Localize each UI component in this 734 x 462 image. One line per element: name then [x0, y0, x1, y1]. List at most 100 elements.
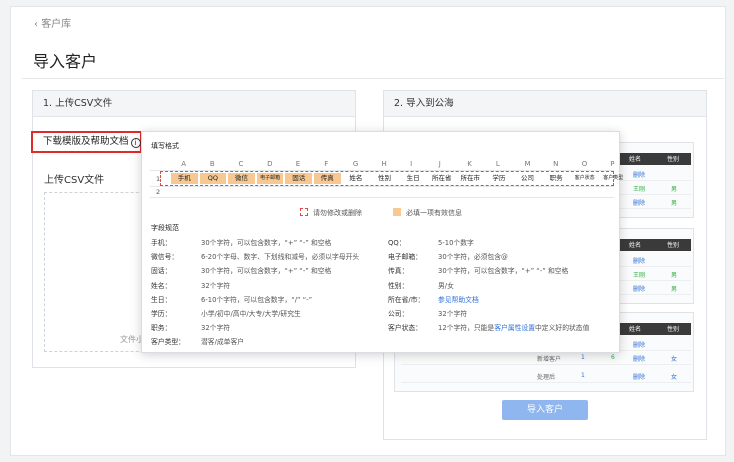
column-letter: D	[267, 160, 273, 168]
column-letter: G	[352, 160, 359, 168]
required-row-outline	[160, 171, 614, 186]
preview-table-head: 姓名 性别	[617, 239, 691, 251]
column-letter: E	[295, 160, 301, 168]
column-letter: K	[467, 160, 472, 168]
row-count-b: 6	[611, 354, 615, 361]
rule-key: 生日：	[151, 295, 172, 304]
column-letter: F	[324, 160, 329, 168]
rule-key: 公司：	[388, 310, 409, 318]
row-name: 王刚	[633, 272, 646, 279]
row-gender: 男	[671, 186, 678, 193]
page-title: 导入客户	[33, 52, 98, 71]
row-action[interactable]: 删除	[633, 198, 645, 207]
row-gender: 男	[671, 286, 678, 293]
column-letter: H	[381, 160, 387, 168]
breadcrumb-back[interactable]: ‹ 客户库	[34, 15, 71, 30]
preview-table-head: 姓名 性别	[617, 153, 691, 165]
row-name: 王刚	[633, 186, 646, 193]
rule-key: 微信号：	[151, 253, 179, 262]
rule-value: 6-10个字符，可以包含数字，“/” “-”	[201, 295, 313, 304]
rule-value: 30个字符，必须包含@	[438, 253, 508, 262]
column-letter: I	[410, 160, 413, 168]
rule-left-2: 固话： 30个字符，可以包含数字，“+” “-” 和空格	[151, 265, 331, 275]
head-name: 姓名	[629, 156, 642, 163]
rule-value: 中定义好的状态值	[535, 324, 590, 333]
row-gender: 男	[671, 272, 678, 279]
format-grid: 1 2 A B C D E F G H I J K L M N O P 手机 QQ 微信 电子邮箱 固话 传真 姓名 性别 生日 所在…	[150, 156, 623, 198]
csv-dropzone[interactable]	[44, 192, 154, 352]
rule-value: 32个字符	[201, 324, 231, 333]
rule-right-1: 电子邮箱： 30个字符，必须包含@	[388, 251, 508, 261]
rule-right-4: 所在省/市： 参见帮助文档	[388, 294, 479, 304]
preview-table-head: 姓名 性别	[617, 323, 691, 335]
row-action[interactable]: 删除	[633, 354, 645, 363]
help-popover: 填写格式 1 2 A B C D E F G H I J K L M N O P 手机 QQ 微信 电子邮箱 固话 传真 姓名性…	[141, 131, 623, 353]
rule-value: 6-20个字母、数字、下划线和减号，必须以字母开头	[201, 253, 360, 262]
legend-red-label: 请勿修改或删除	[313, 209, 362, 217]
download-template-label[interactable]: 下载模版及帮助文档	[43, 136, 129, 147]
rule-left-3: 姓名： 32个字符	[151, 280, 230, 290]
column-letter: A	[181, 160, 187, 168]
rule-value: 30个字符，可以包含数字，“+” “-” 和空格	[201, 239, 332, 247]
column-letter: N	[553, 160, 559, 168]
help-doc-link[interactable]: 参见帮助文档	[438, 296, 479, 304]
legend-orange-swatch	[393, 208, 401, 216]
rule-value: 32个字符	[438, 310, 468, 318]
download-template-link[interactable]: 下载模版及帮助文档 i	[31, 131, 142, 153]
row-action[interactable]: 删除	[633, 170, 645, 179]
row-action[interactable]: 删除	[633, 340, 645, 349]
legend-red-swatch	[300, 208, 308, 216]
row-gender: 男	[671, 200, 678, 207]
rules-title: 字段规范	[151, 224, 179, 232]
rule-right-3: 性别： 男/女	[388, 280, 454, 290]
table-row: 新增客户 1 6 删除 女	[401, 351, 691, 365]
rule-key: 固话：	[151, 267, 172, 276]
head-name: 姓名	[629, 326, 642, 333]
info-icon[interactable]: i	[130, 138, 141, 148]
format-title: 填写格式	[151, 142, 179, 150]
rule-value: 潜客/成单客户	[201, 338, 245, 347]
rule-left-5: 学历： 小学/初中/高中/大专/大学/研究生	[151, 308, 301, 318]
customer-attribute-link[interactable]: 客户属性设置	[494, 324, 535, 332]
row-action[interactable]: 删除	[633, 284, 645, 293]
head-gender: 性别	[667, 326, 680, 333]
row-label: 新增客户	[537, 356, 562, 363]
import-panel-title: 2. 导入到公海	[384, 91, 706, 117]
rule-value: 30个字符，可以包含数字，“+” “-” 和空格	[438, 267, 569, 276]
legend-orange-label: 必填一项有效信息	[406, 209, 462, 217]
rule-right-5: 公司： 32个字符	[388, 308, 467, 318]
rule-key: 所在省/市：	[388, 295, 425, 304]
column-letter: O	[581, 160, 588, 168]
rule-value: 5-10个数字	[438, 239, 474, 247]
row-count-a: 1	[581, 354, 585, 361]
title-divider	[22, 78, 724, 79]
grid-line	[150, 197, 614, 198]
rule-left-7: 客户类型： 潜客/成单客户	[151, 336, 244, 346]
table-row: 处理后 1 删除 女	[401, 369, 691, 383]
rule-key: 学历：	[151, 310, 172, 318]
head-gender: 性别	[667, 156, 680, 163]
column-letter: P	[610, 160, 615, 168]
rule-left-4: 生日： 6-10个字符，可以包含数字，“/” “-”	[151, 294, 312, 304]
breadcrumb-label[interactable]: 客户库	[41, 19, 71, 30]
rule-right-0: QQ： 5-10个数字	[388, 237, 474, 247]
row-gender: 女	[671, 374, 678, 381]
head-name: 姓名	[629, 242, 642, 249]
rule-key: 客户状态：	[388, 324, 422, 333]
row-gender: 女	[671, 356, 678, 363]
row-action[interactable]: 删除	[633, 256, 645, 265]
row-number: 2	[156, 188, 161, 196]
rule-right-2: 传真： 30个字符，可以包含数字，“+” “-” 和空格	[388, 265, 568, 275]
rule-key: 姓名：	[151, 281, 172, 290]
rule-right-6: 客户状态： 12个字符，只能是客户属性设置中定义好的状态值	[388, 322, 589, 332]
row-action[interactable]: 删除	[633, 372, 645, 381]
rule-value: 32个字符	[201, 281, 231, 290]
import-customers-button[interactable]: 导入客户	[502, 400, 588, 420]
column-letter: M	[524, 160, 531, 168]
rule-left-0: 手机： 30个字符，可以包含数字，“+” “-” 和空格	[151, 237, 331, 247]
rule-left-6: 职务： 32个字符	[151, 322, 230, 332]
rule-value: 小学/初中/高中/大专/大学/研究生	[201, 310, 301, 318]
upload-csv-label: 上传CSV文件	[44, 175, 105, 186]
rule-left-1: 微信号： 6-20个字母、数字、下划线和减号，必须以字母开头	[151, 251, 359, 261]
row-count-a: 1	[581, 372, 585, 379]
